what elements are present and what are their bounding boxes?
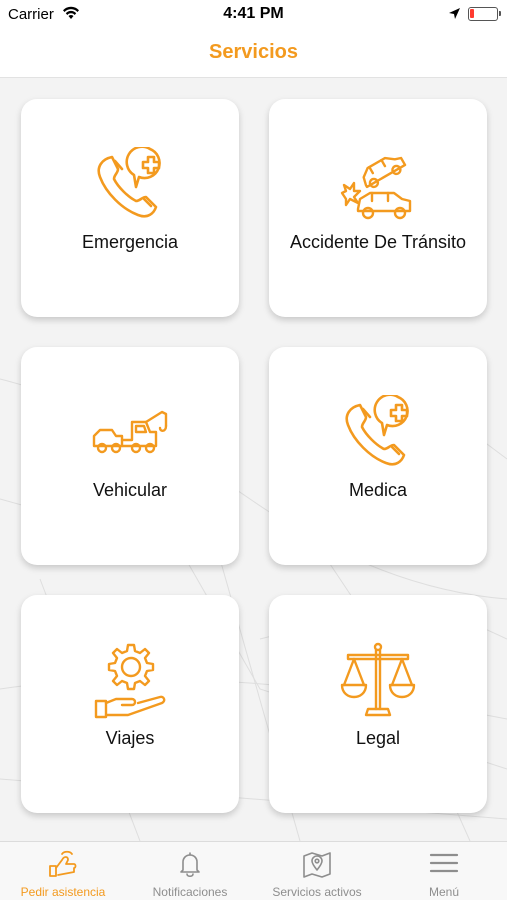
bell-icon bbox=[127, 850, 253, 880]
map-pin-icon bbox=[254, 850, 380, 880]
service-card-viajes[interactable]: Viajes bbox=[21, 595, 239, 813]
services-grid: Emergencia Accidente De Tránsito Vehicul… bbox=[0, 79, 507, 841]
page-title: Servicios bbox=[209, 41, 298, 63]
clock-time: 4:41 PM bbox=[223, 5, 284, 22]
tab-notificaciones[interactable]: Notificaciones bbox=[127, 842, 253, 900]
service-label: Legal bbox=[355, 728, 401, 748]
service-label: Emergencia bbox=[81, 232, 179, 252]
hamburger-menu-icon bbox=[381, 850, 507, 880]
gear-hand-icon bbox=[21, 641, 239, 721]
service-label: Viajes bbox=[105, 728, 155, 748]
tab-label: Pedir asistencia bbox=[20, 885, 106, 899]
service-label: Medica bbox=[348, 480, 408, 500]
tow-truck-icon bbox=[21, 393, 239, 473]
tab-pedir-asistencia[interactable]: Pedir asistencia bbox=[0, 842, 126, 900]
phone-medical-icon bbox=[269, 393, 487, 473]
tab-menu[interactable]: Menú bbox=[381, 842, 507, 900]
service-label: Accidente De Tránsito bbox=[289, 232, 467, 252]
tab-label: Menú bbox=[428, 885, 460, 899]
service-card-medica[interactable]: Medica bbox=[269, 347, 487, 565]
tab-servicios-activos[interactable]: Servicios activos bbox=[254, 842, 380, 900]
battery-icon bbox=[468, 7, 501, 21]
service-label: Vehicular bbox=[92, 480, 168, 500]
service-card-emergencia[interactable]: Emergencia bbox=[21, 99, 239, 317]
scales-icon bbox=[269, 641, 487, 721]
status-bar: Carrier 4:41 PM bbox=[0, 0, 507, 28]
service-card-vehicular[interactable]: Vehicular bbox=[21, 347, 239, 565]
header-bar: Servicios bbox=[0, 28, 507, 78]
tab-bar: Pedir asistencia Notificaciones Servicio… bbox=[0, 841, 507, 900]
phone-medical-icon bbox=[21, 145, 239, 225]
location-arrow-icon bbox=[448, 7, 461, 25]
tab-label: Servicios activos bbox=[272, 885, 362, 899]
car-accident-icon bbox=[269, 145, 487, 225]
service-card-legal[interactable]: Legal bbox=[269, 595, 487, 813]
tab-label: Notificaciones bbox=[152, 885, 228, 899]
hand-assist-icon bbox=[0, 850, 126, 880]
service-card-accidente-de-transito[interactable]: Accidente De Tránsito bbox=[269, 99, 487, 317]
